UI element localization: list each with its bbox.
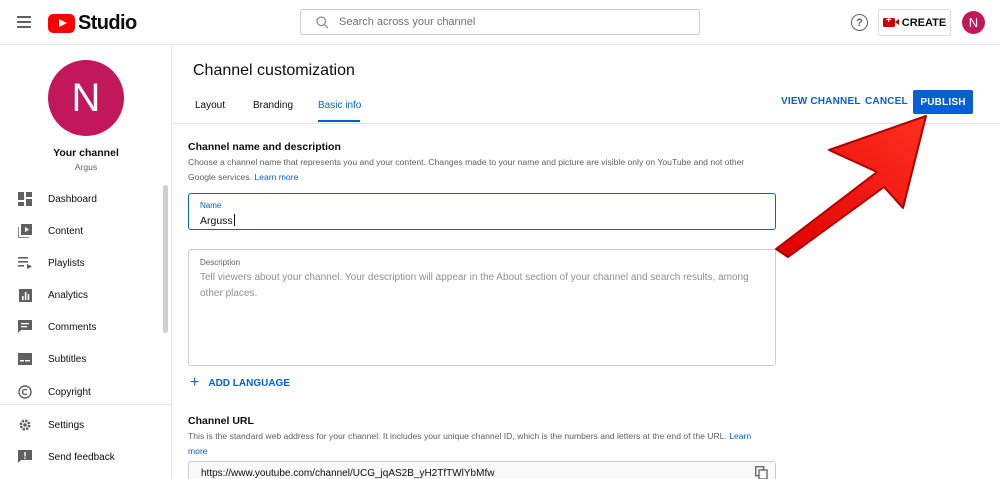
sidebar-item-dashboard[interactable]: Dashboard	[0, 184, 163, 214]
logo-text: Studio	[78, 12, 137, 34]
page-title: Channel customization	[193, 62, 355, 79]
channel-avatar[interactable]: N	[48, 60, 124, 136]
tab-layout[interactable]: Layout	[195, 100, 225, 111]
tab-branding[interactable]: Branding	[253, 100, 293, 111]
subtitles-icon	[17, 351, 33, 367]
create-label: CREATE	[901, 16, 947, 29]
name-input[interactable]: Arguss	[200, 214, 235, 227]
comments-icon	[17, 319, 33, 335]
tab-basic-info[interactable]: Basic info	[318, 100, 361, 111]
search-icon	[307, 15, 337, 29]
youtube-play-icon	[48, 14, 75, 33]
video-camera-icon	[882, 15, 899, 27]
feedback-icon	[17, 449, 33, 465]
cancel-button[interactable]: CANCEL	[865, 96, 908, 107]
search-input[interactable]	[339, 16, 679, 28]
sidebar-item-label: Content	[48, 225, 84, 237]
url-section-title: Channel URL	[188, 415, 254, 427]
annotation-arrow-icon	[775, 115, 927, 258]
text-caret	[233, 214, 235, 226]
sidebar-item-content[interactable]: Content	[0, 216, 163, 246]
main-content: Channel customization Layout Branding Ba…	[172, 45, 1000, 479]
help-icon[interactable]: ?	[851, 14, 868, 31]
sidebar: N Your channel Argus Dashboard Content P…	[0, 45, 172, 479]
channel-name: Argus	[74, 162, 98, 172]
copy-icon[interactable]	[755, 466, 768, 479]
sidebar-item-label: Playlists	[48, 257, 85, 269]
sidebar-item-copyright[interactable]: Copyright	[0, 377, 163, 407]
sidebar-item-playlists[interactable]: Playlists	[0, 248, 163, 278]
dashboard-icon	[17, 191, 33, 207]
channel-url-field[interactable]: https://www.youtube.com/channel/UCG_jqAS…	[188, 461, 776, 479]
name-section-description: Choose a channel name that represents yo…	[188, 155, 768, 185]
account-avatar[interactable]: N	[962, 11, 985, 34]
sidebar-item-analytics[interactable]: Analytics	[0, 280, 163, 310]
active-tab-indicator	[318, 120, 360, 122]
name-input-value: Arguss	[200, 215, 233, 227]
sidebar-item-label: Settings	[48, 419, 85, 431]
sidebar-item-send-feedback[interactable]: Send feedback	[0, 442, 163, 472]
channel-url-value: https://www.youtube.com/channel/UCG_jqAS…	[201, 468, 495, 479]
url-section-description: This is the standard web address for you…	[188, 429, 768, 459]
sidebar-item-label: Dashboard	[48, 193, 97, 205]
add-language-label: ADD LANGUAGE	[208, 377, 291, 389]
sidebar-item-label: Analytics	[48, 289, 89, 301]
sidebar-divider	[0, 404, 172, 405]
add-language-button[interactable]: + ADD LANGUAGE	[190, 374, 291, 391]
analytics-icon	[17, 287, 33, 303]
plus-icon: +	[190, 374, 200, 391]
sidebar-item-label: Copyright	[48, 386, 91, 398]
description-field-label: Description	[200, 258, 241, 267]
gear-icon	[17, 417, 33, 433]
playlists-icon	[17, 255, 33, 271]
sidebar-item-label: Comments	[48, 321, 97, 333]
description-field[interactable]: Description Tell viewers about your chan…	[188, 249, 776, 366]
search-bar[interactable]	[300, 9, 700, 35]
name-field[interactable]: Name Arguss	[188, 193, 776, 230]
sidebar-scrollbar[interactable]	[163, 185, 168, 333]
view-channel-button[interactable]: VIEW CHANNEL	[781, 96, 861, 107]
studio-logo[interactable]: Studio	[48, 12, 137, 35]
name-section-title: Channel name and description	[188, 141, 341, 153]
sidebar-item-label: Subtitles	[48, 353, 87, 365]
sidebar-item-subtitles[interactable]: Subtitles	[0, 344, 163, 374]
menu-icon[interactable]	[14, 13, 34, 33]
learn-more-link[interactable]: Learn more	[254, 172, 298, 182]
copyright-icon	[17, 384, 33, 400]
description-placeholder: Tell viewers about your channel. Your de…	[200, 272, 749, 299]
top-bar: Studio ? CREATE N	[0, 0, 1000, 45]
channel-title: Your channel	[53, 147, 119, 159]
url-section-text: This is the standard web address for you…	[188, 431, 727, 441]
name-field-label: Name	[200, 201, 222, 210]
publish-button[interactable]: PUBLISH	[913, 90, 973, 114]
content-icon	[17, 223, 33, 239]
sidebar-item-label: Send feedback	[48, 451, 115, 463]
create-button[interactable]: CREATE	[878, 9, 951, 36]
sidebar-item-comments[interactable]: Comments	[0, 312, 163, 342]
sidebar-item-settings[interactable]: Settings	[0, 410, 163, 440]
